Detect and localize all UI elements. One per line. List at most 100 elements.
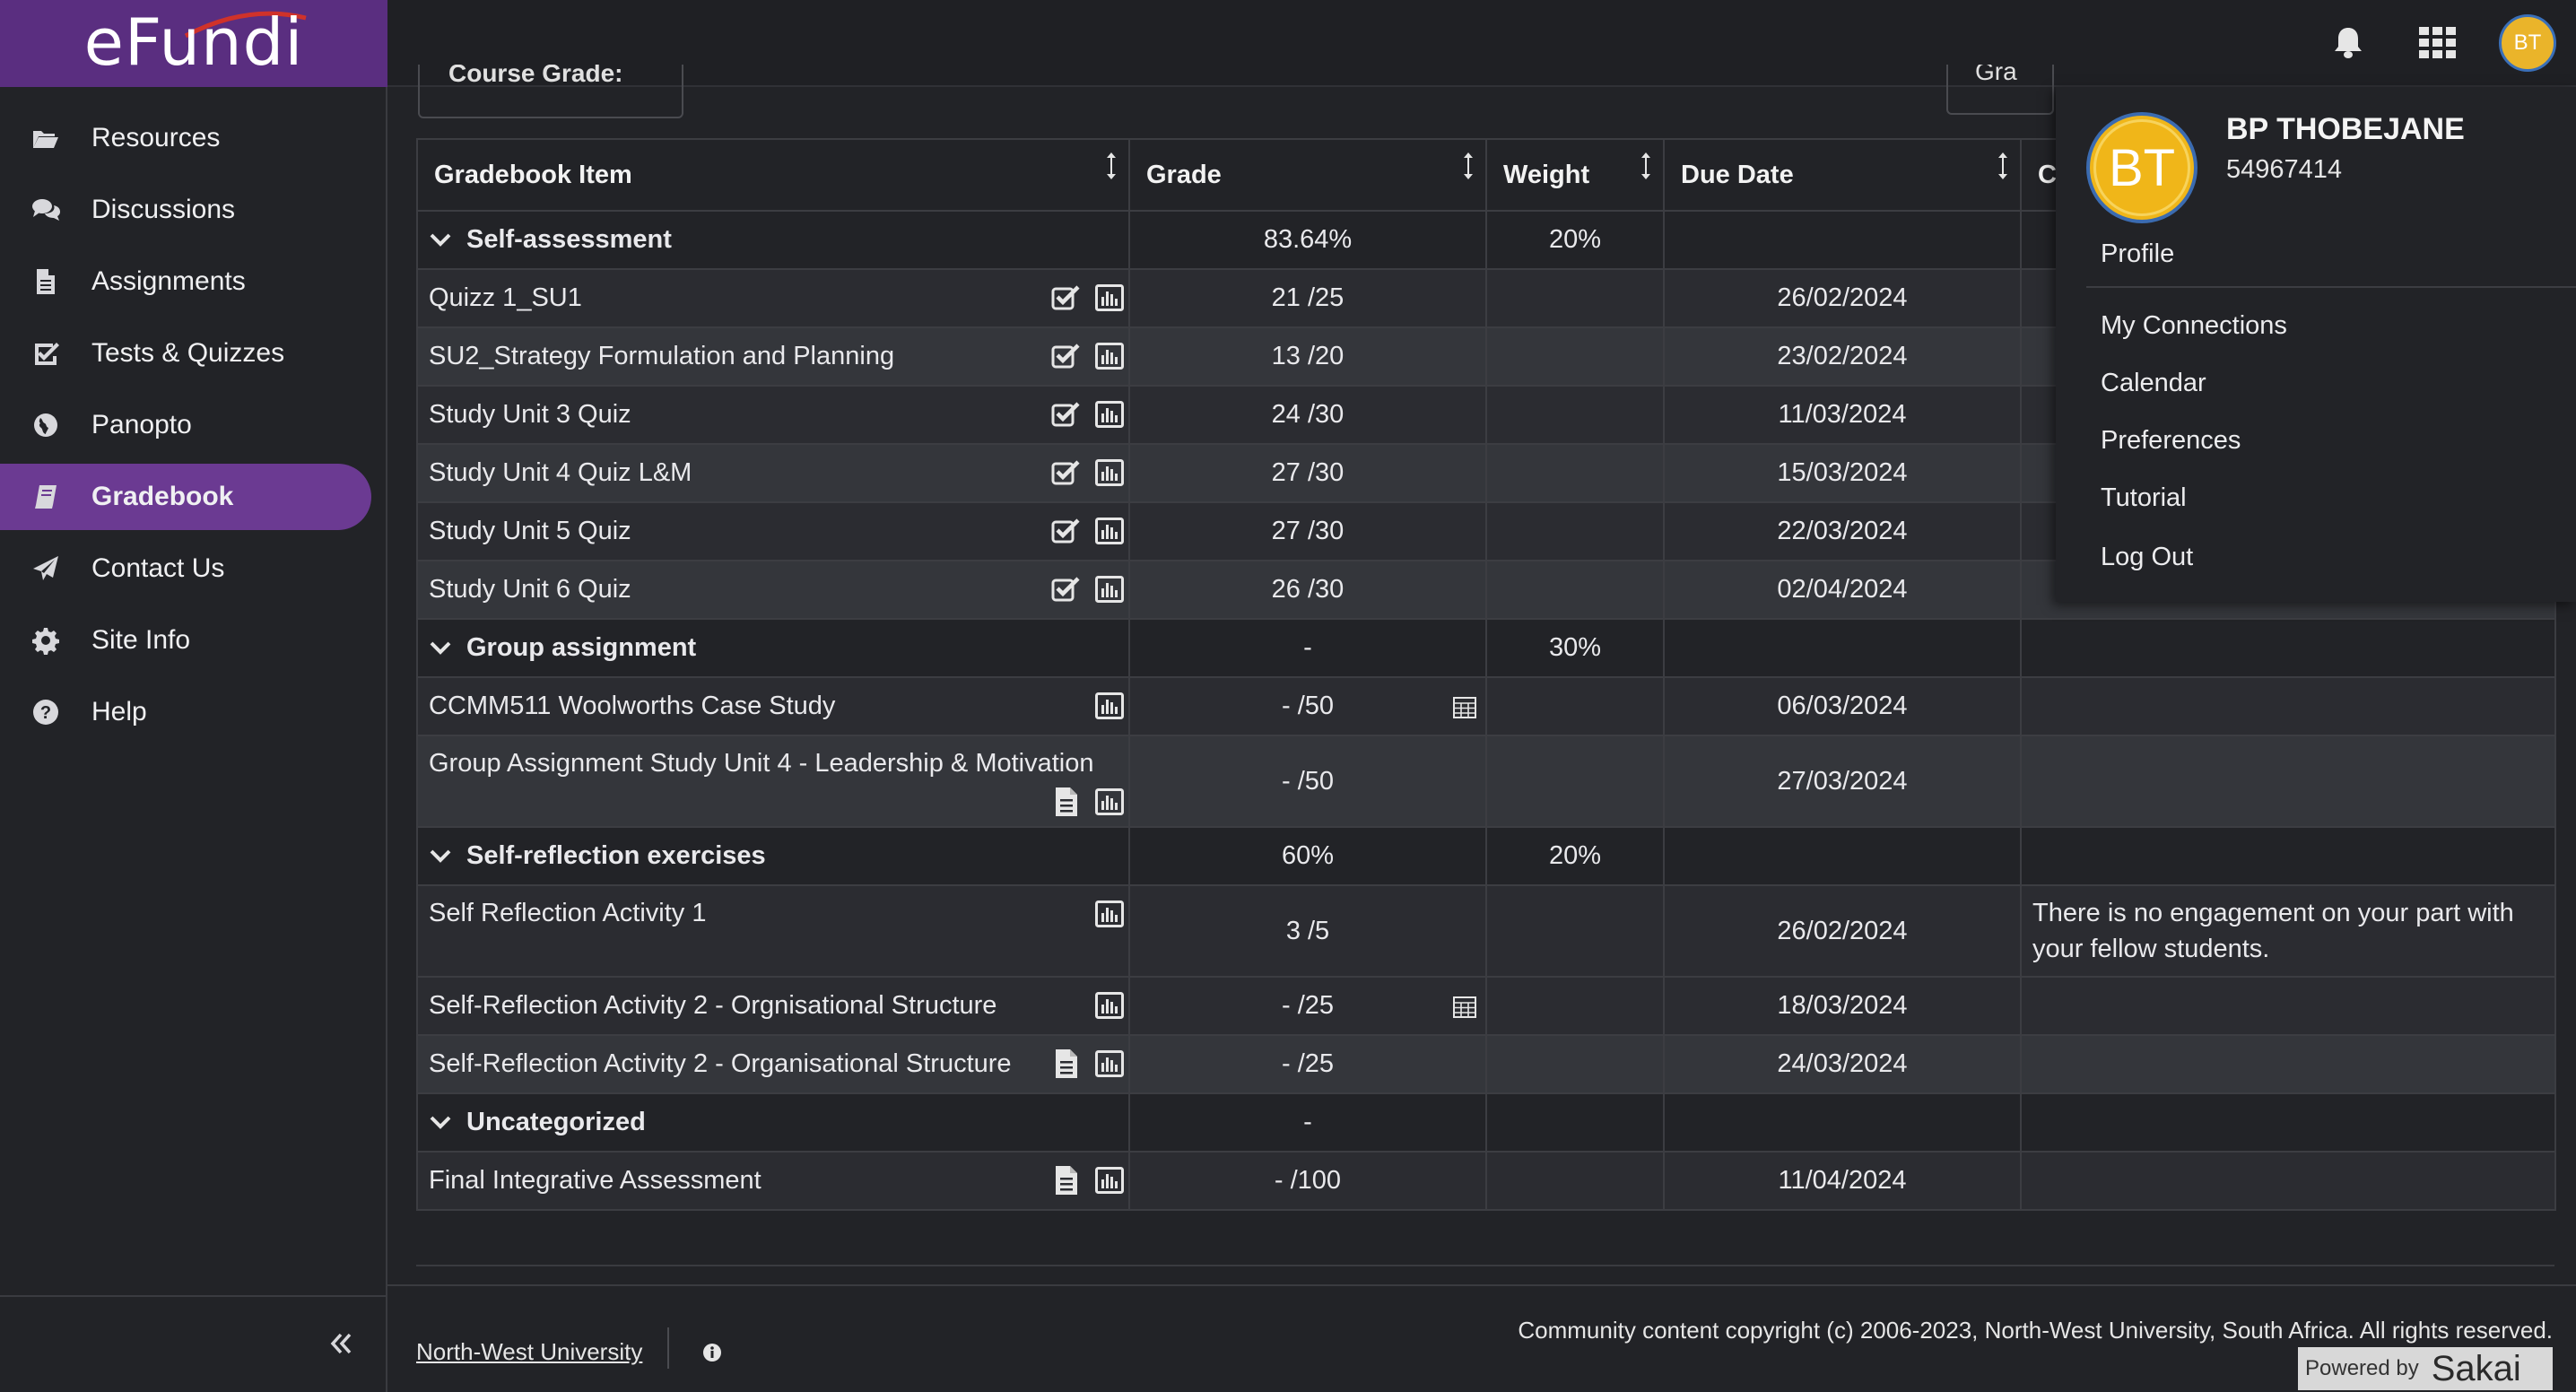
sort-icon[interactable] — [1103, 151, 1119, 181]
statistics-chart-icon[interactable] — [1094, 899, 1125, 929]
sidebar-item-contact-us[interactable]: Contact Us — [0, 535, 371, 602]
info-icon[interactable] — [701, 1342, 723, 1363]
released-check-icon[interactable] — [1051, 516, 1082, 546]
profile-avatar: BT — [2086, 112, 2197, 223]
gradebook-table-icon[interactable] — [1453, 996, 1476, 1025]
released-check-icon[interactable] — [1051, 457, 1082, 488]
grade-cell: - /25 — [1128, 976, 1487, 1036]
grade-report-label: Gra — [1975, 65, 2017, 85]
folder-open-icon — [30, 123, 61, 153]
menu-item-log-out[interactable]: Log Out — [2101, 543, 2193, 572]
grade-cell: - /25 — [1128, 1034, 1487, 1094]
due-date-cell — [1663, 1092, 2022, 1153]
statistics-chart-icon[interactable] — [1094, 990, 1125, 1021]
sidebar-item-resources[interactable]: Resources — [0, 105, 371, 171]
gradebook-item-name[interactable]: Study Unit 6 Quiz — [429, 575, 631, 604]
sidebar-item-gradebook[interactable]: Gradebook — [0, 464, 371, 530]
gradebook-item-name[interactable]: Self-Reflection Activity 2 - Organisatio… — [429, 1049, 1012, 1078]
gradebook-item-name[interactable]: Study Unit 3 Quiz — [429, 400, 631, 429]
column-header-grade: Grade — [1128, 138, 1487, 212]
sidebar-item-panopto[interactable]: Panopto — [0, 392, 371, 458]
sidebar-item-tests-quizzes[interactable]: Tests & Quizzes — [0, 320, 371, 387]
due-date-value: 27/03/2024 — [1777, 766, 1908, 796]
due-date-cell — [1663, 210, 2022, 270]
profile-name: BP THOBEJANE — [2226, 112, 2465, 146]
gradebook-item-name[interactable]: Study Unit 5 Quiz — [429, 517, 631, 545]
menu-item-tutorial[interactable]: Tutorial — [2101, 483, 2187, 513]
menu-item-calendar[interactable]: Calendar — [2101, 369, 2206, 398]
gradebook-item-name[interactable]: SU2_Strategy Formulation and Planning — [429, 342, 894, 370]
statistics-chart-icon[interactable] — [1094, 341, 1125, 371]
statistics-chart-icon[interactable] — [1094, 574, 1125, 605]
sort-icon[interactable] — [1995, 151, 2011, 181]
notifications-button[interactable] — [2325, 20, 2371, 66]
efundi-logo[interactable]: eFundi — [0, 0, 387, 87]
statistics-chart-icon[interactable] — [1094, 1165, 1125, 1196]
item-name-cell: Group assignment — [416, 618, 1130, 678]
grade-report-button[interactable]: Gra — [1946, 65, 2054, 115]
collapse-sidebar-button[interactable] — [321, 1324, 361, 1363]
sidebar-item-assignments[interactable]: Assignments — [0, 248, 371, 315]
gradebook-item-name[interactable]: CCMM511 Woolworths Case Study — [429, 692, 835, 720]
statistics-chart-icon[interactable] — [1094, 1048, 1125, 1079]
gradebook-item-name[interactable]: Study Unit 4 Quiz L&M — [429, 458, 692, 487]
menu-divider — [2086, 286, 2576, 288]
weight-cell — [1485, 443, 1665, 503]
assignment-document-icon[interactable] — [1051, 1048, 1082, 1079]
apps-grid-icon — [2419, 27, 2456, 58]
statistics-chart-icon[interactable] — [1094, 399, 1125, 430]
assignment-document-icon[interactable] — [1051, 1165, 1082, 1196]
gradebook-table-icon[interactable] — [1453, 696, 1476, 726]
item-icons — [1051, 516, 1125, 546]
released-check-icon[interactable] — [1051, 574, 1082, 605]
institution-link[interactable]: North-West University — [416, 1338, 642, 1366]
user-avatar-button[interactable]: BT — [2499, 14, 2556, 72]
menu-item-preferences[interactable]: Preferences — [2101, 426, 2241, 456]
comment-cell — [2020, 976, 2556, 1036]
chevron-down-icon[interactable] — [429, 633, 452, 663]
statistics-chart-icon[interactable] — [1094, 691, 1125, 721]
item-name-cell: Uncategorized — [416, 1092, 1130, 1153]
grade-cell: - /100 — [1128, 1151, 1487, 1211]
chevron-down-icon[interactable] — [429, 1108, 452, 1137]
gradebook-item-name[interactable]: Self-Reflection Activity 2 - Orgnisation… — [429, 991, 996, 1020]
sidebar-item-label: Help — [91, 697, 147, 726]
sidebar-item-discussions[interactable]: Discussions — [0, 177, 371, 243]
assignment-document-icon[interactable] — [1051, 787, 1082, 817]
chevron-down-icon[interactable] — [429, 225, 452, 255]
released-check-icon[interactable] — [1051, 341, 1082, 371]
sort-icon[interactable] — [1460, 151, 1476, 181]
column-header-due-date: Due Date — [1663, 138, 2022, 212]
category-name: Uncategorized — [466, 1107, 646, 1136]
statistics-chart-icon[interactable] — [1094, 516, 1125, 546]
item-name-cell: Final Integrative Assessment — [416, 1151, 1130, 1211]
category-row: Group assignment - 30% — [416, 618, 2556, 678]
powered-by-sakai-logo[interactable]: Powered by Sakai — [2298, 1347, 2553, 1390]
apps-button[interactable] — [2415, 20, 2461, 66]
statistics-chart-icon[interactable] — [1094, 457, 1125, 488]
menu-item-my-connections[interactable]: My Connections — [2101, 311, 2287, 341]
sort-icon[interactable] — [1638, 151, 1654, 181]
category-name: Self-reflection exercises — [466, 840, 766, 870]
header-label: Gradebook Item — [434, 160, 632, 189]
gradebook-item-name[interactable]: Self Reflection Activity 1 — [429, 899, 706, 927]
gradebook-item-name[interactable]: Final Integrative Assessment — [429, 1166, 761, 1195]
chevron-down-icon[interactable] — [429, 841, 452, 871]
check-square-icon — [30, 338, 61, 369]
column-header-weight: Weight — [1485, 138, 1665, 212]
gradebook-item-name[interactable]: Quizz 1_SU1 — [429, 283, 582, 312]
gradebook-item-name[interactable]: Group Assignment Study Unit 4 - Leadersh… — [429, 749, 1094, 778]
sidebar-item-help[interactable]: ? Help — [0, 679, 371, 745]
course-grade-button[interactable]: Course Grade: — [418, 65, 683, 118]
released-check-icon[interactable] — [1051, 283, 1082, 313]
grade-value: 27 /30 — [1271, 458, 1345, 487]
statistics-chart-icon[interactable] — [1094, 787, 1125, 817]
grade-value: - — [1303, 633, 1312, 662]
item-icons — [1051, 1165, 1125, 1196]
sidebar-nav: Resources Discussions Assignments Tests … — [0, 105, 386, 745]
statistics-chart-icon[interactable] — [1094, 283, 1125, 313]
sidebar-item-site-info[interactable]: Site Info — [0, 607, 371, 674]
weight-cell: 30% — [1485, 618, 1665, 678]
released-check-icon[interactable] — [1051, 399, 1082, 430]
menu-item-profile[interactable]: Profile — [2101, 239, 2174, 269]
